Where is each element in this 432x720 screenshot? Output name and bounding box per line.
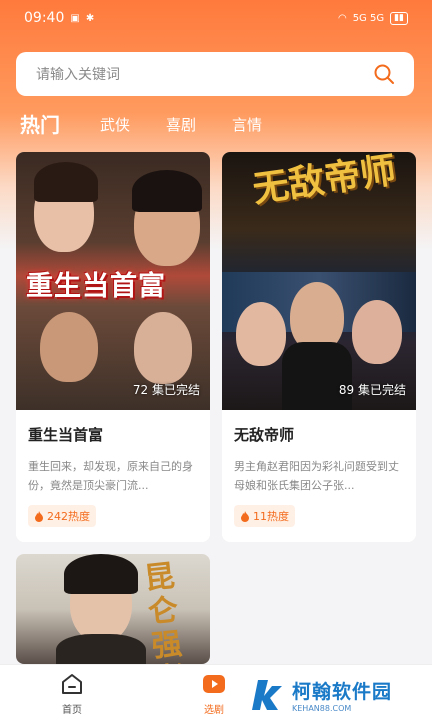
drama-title: 无敌帝师	[234, 426, 295, 444]
drama-card[interactable]: 无敌帝师 89 集已完结 无敌帝师 男主角赵君阳因为彩礼问题受到丈母娘和张氏集团…	[222, 152, 416, 542]
nav-home-label: 首页	[62, 705, 82, 716]
poster-hair	[64, 554, 138, 594]
episode-count: 72 集已完结	[132, 383, 200, 397]
kehan-logo-icon	[252, 680, 282, 710]
poster-face	[236, 302, 286, 366]
drama-poster[interactable]: 重生当首富 72 集已完结	[16, 152, 210, 410]
drama-description: 男主角赵君阳因为彩礼问题受到丈母娘和张氏集团公子张...	[234, 460, 399, 492]
nav-select-label: 选剧	[204, 705, 224, 716]
search-icon[interactable]	[372, 62, 396, 86]
tab-romance[interactable]: 言情	[232, 110, 262, 140]
home-icon	[62, 674, 82, 694]
poster-hair	[34, 162, 98, 202]
heat-value: 242热度	[47, 510, 90, 523]
drama-poster[interactable]: 昆仑强者	[16, 554, 210, 664]
watermark-domain: KEHAN88.COM	[292, 704, 352, 713]
status-bar: 09:40 ▣ ✱ ◠ 5G 5G ▮▮	[0, 0, 432, 36]
bluetooth-icon: ✱	[85, 12, 95, 24]
poster-title: 无敌帝师	[250, 152, 399, 211]
tab-wuxia[interactable]: 武侠	[100, 110, 130, 140]
battery-icon: ▮▮	[390, 11, 408, 25]
nav-home[interactable]: 首页	[42, 671, 102, 716]
heat-badge: 242热度	[28, 505, 96, 527]
poster-hair	[132, 170, 202, 212]
poster-face	[352, 300, 402, 364]
status-time: 09:40	[24, 10, 65, 26]
drama-card[interactable]: 昆仑强者	[16, 554, 210, 664]
heat-badge: 11热度	[234, 505, 295, 527]
play-icon	[203, 675, 225, 693]
flame-icon	[241, 510, 249, 522]
poster-body	[282, 342, 352, 410]
signal-label: 5G 5G	[352, 12, 385, 24]
drama-title: 重生当首富	[28, 426, 104, 444]
poster-face	[134, 312, 192, 384]
poster-body	[56, 634, 146, 664]
poster-title: 昆仑强者	[142, 558, 187, 664]
wifi-icon: ◠	[337, 12, 347, 24]
poster-title: 重生当首富	[26, 271, 166, 302]
search-input[interactable]: 请输入关键词	[36, 64, 120, 84]
poster-face	[40, 312, 98, 382]
tab-comedy[interactable]: 喜剧	[166, 110, 196, 140]
search-bar[interactable]: 请输入关键词	[16, 52, 414, 96]
heat-value: 11热度	[253, 510, 289, 523]
episode-count: 89 集已完结	[338, 383, 406, 397]
watermark: 柯翰软件园 KEHAN88.COM	[250, 672, 430, 718]
drama-poster[interactable]: 无敌帝师 89 集已完结	[222, 152, 416, 410]
flame-icon	[35, 510, 43, 522]
nav-select-drama[interactable]: 选剧	[184, 671, 244, 716]
category-tabs: 热门 武侠 喜剧 言情	[20, 106, 298, 140]
notification-icon: ▣	[70, 12, 80, 24]
drama-card[interactable]: 重生当首富 72 集已完结 重生当首富 重生回来，却发现，原来自己的身份，竟然是…	[16, 152, 210, 542]
watermark-text: 柯翰软件园	[292, 681, 393, 703]
drama-description: 重生回来，却发现，原来自己的身份，竟然是顶尖豪门流...	[28, 460, 193, 492]
tab-hot[interactable]: 热门	[20, 110, 60, 140]
